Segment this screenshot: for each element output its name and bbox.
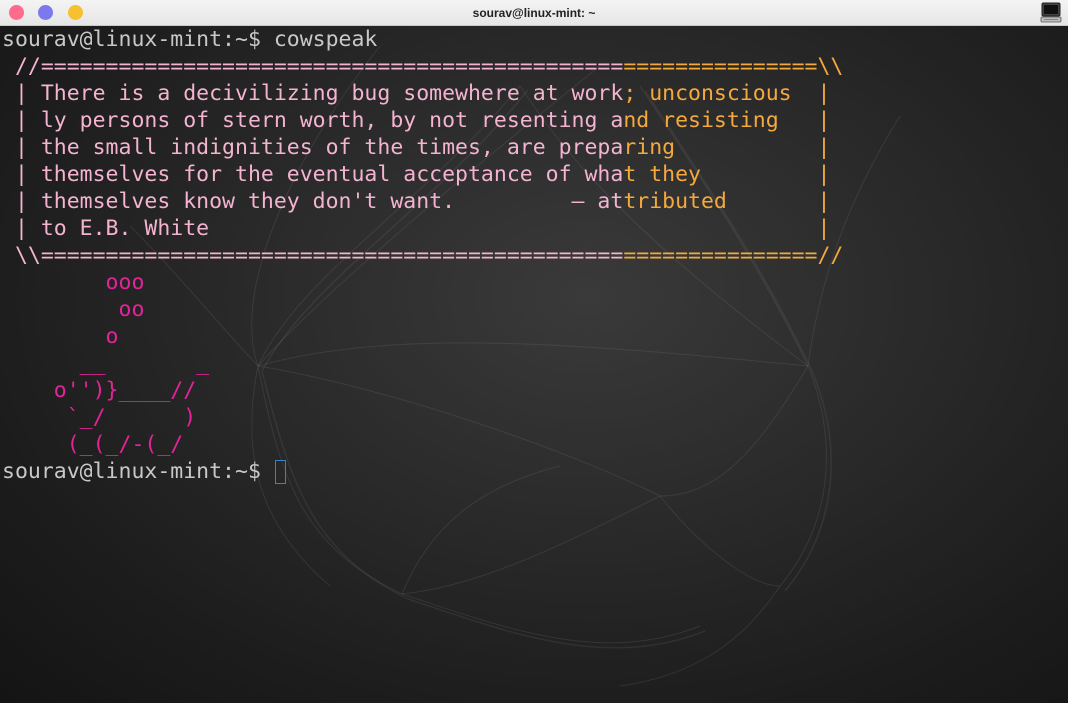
quote-line: | ly persons of stern worth, by not rese… bbox=[2, 108, 831, 133]
title-bar[interactable]: sourav@linux-mint: ~ bbox=[0, 0, 1068, 26]
terminal-output: sourav@linux-mint:~$ cowspeak //========… bbox=[2, 26, 843, 485]
prompt-line: sourav@linux-mint:~$ cowspeak bbox=[2, 26, 843, 53]
terminal-icon bbox=[1040, 2, 1062, 23]
quote-line: | to E.B. White | bbox=[2, 216, 831, 241]
quote-border-top: //======================================… bbox=[2, 54, 844, 79]
text-cursor bbox=[274, 460, 286, 484]
cow-art-line: ooo bbox=[2, 270, 145, 295]
quote-line: | There is a decivilizing bug somewhere … bbox=[2, 81, 831, 106]
cow-art-line: oo bbox=[2, 297, 145, 322]
terminal-area[interactable]: sourav@linux-mint:~$ cowspeak //========… bbox=[0, 26, 1068, 703]
command-text: cowspeak bbox=[273, 27, 378, 52]
cow-art-line: o'')}____// bbox=[2, 378, 197, 403]
quote-border-bottom: \\======================================… bbox=[2, 243, 844, 268]
cow-art-line: `_/ ) bbox=[2, 405, 197, 430]
cow-art-line: __ _ bbox=[2, 351, 210, 376]
window-title: sourav@linux-mint: ~ bbox=[472, 6, 596, 20]
quote-line: | themselves for the eventual acceptance… bbox=[2, 162, 831, 187]
shell-prompt: sourav@linux-mint:~$ bbox=[2, 459, 274, 484]
quote-line: | themselves know they don't want. — att… bbox=[2, 189, 831, 214]
shell-prompt: sourav@linux-mint:~$ bbox=[2, 27, 274, 52]
quote-line: | the small indignities of the times, ar… bbox=[2, 135, 831, 160]
cow-art-line: (_(_/-(_/ bbox=[2, 432, 184, 457]
cow-art-line: o bbox=[2, 324, 119, 349]
prompt-line: sourav@linux-mint:~$ bbox=[2, 458, 843, 485]
terminal-window: sourav@linux-mint: ~ sourav@linux-mint:~… bbox=[0, 0, 1068, 703]
